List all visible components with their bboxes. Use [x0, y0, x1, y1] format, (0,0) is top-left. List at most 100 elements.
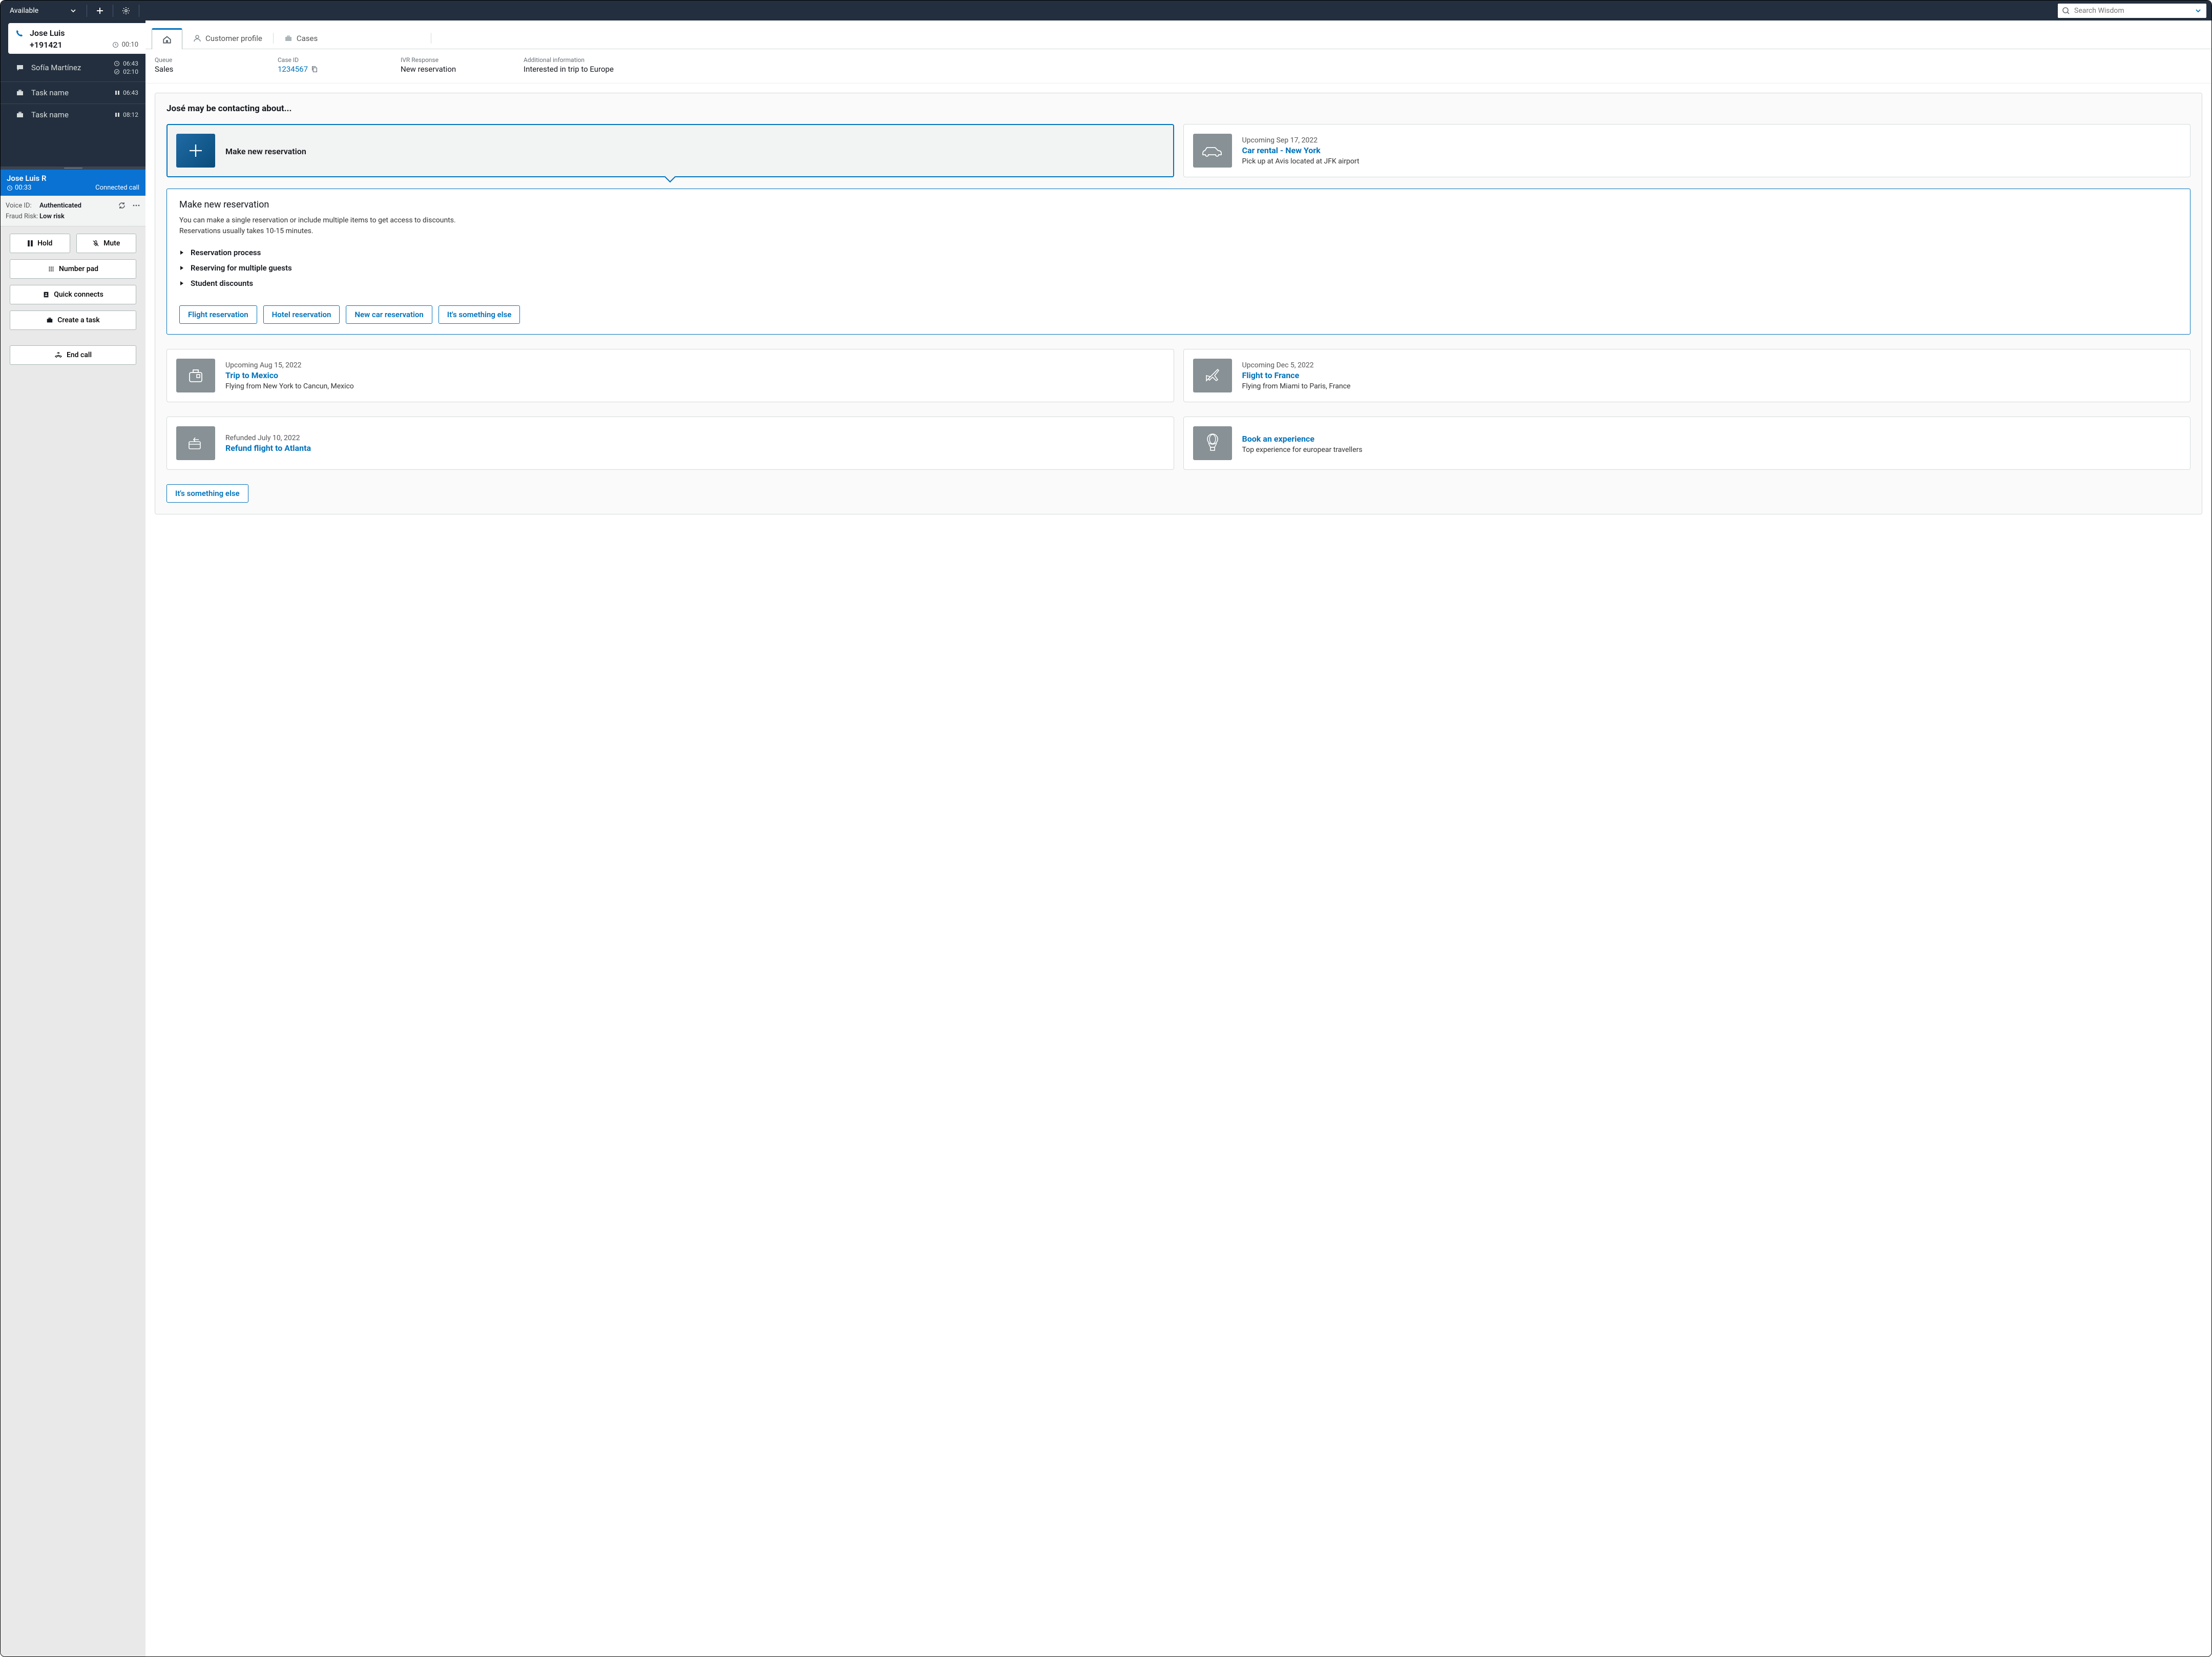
accordion-label: Reserving for multiple guests	[191, 263, 292, 273]
card-date: Upcoming Aug 15, 2022	[225, 361, 354, 369]
detail-text: Reservations usually takes 10-15 minutes…	[179, 227, 314, 235]
chevron-down-icon	[69, 7, 77, 15]
tab-label: Cases	[297, 34, 318, 43]
info-label: Queue	[155, 56, 257, 64]
card-flight-france[interactable]: Upcoming Dec 5, 2022 Flight to France Fl…	[1183, 349, 2191, 402]
time-label: 02:10	[123, 68, 138, 75]
info-ivr: IVR Response New reservation	[401, 56, 503, 74]
tab-cases[interactable]: Cases	[274, 28, 328, 49]
card-title: Car rental - New York	[1242, 146, 1360, 155]
button-label: Mute	[103, 239, 120, 247]
something-else-button[interactable]: It's something else	[439, 305, 520, 324]
contact-item[interactable]: Task name 06:43	[1, 82, 145, 104]
call-controls: Hold Mute Number pad Quick connects	[1, 226, 145, 372]
contact-name: Jose Luis	[30, 28, 65, 38]
agent-status-dropdown[interactable]: Available	[6, 7, 81, 15]
chevron-down-icon[interactable]	[2194, 7, 2202, 15]
contact-item[interactable]: Task name 08:12	[1, 104, 145, 126]
sidebar: Jose Luis +191421 00:10 Sofía Martínez	[1, 20, 145, 1656]
search-input[interactable]	[2074, 7, 2194, 15]
plus-tile-icon	[176, 134, 215, 168]
mute-icon	[92, 240, 99, 247]
tab-customer-profile[interactable]: Customer profile	[182, 28, 273, 49]
contact-time: 00:10	[122, 41, 138, 49]
hang-up-icon	[54, 351, 62, 359]
card-title: Trip to Mexico	[225, 370, 354, 380]
card-title: Flight to France	[1242, 370, 1351, 380]
caret-right-icon	[179, 281, 184, 286]
detail-text: You can make a single reservation or inc…	[179, 216, 456, 224]
car-reservation-button[interactable]: New car reservation	[346, 305, 432, 324]
body: Jose Luis +191421 00:10 Sofía Martínez	[1, 20, 2211, 1656]
clock-icon	[7, 185, 13, 191]
case-id-link[interactable]: 1234567	[278, 65, 380, 74]
accordion-label: Reservation process	[191, 248, 261, 257]
gear-icon	[122, 7, 130, 15]
home-icon	[162, 35, 172, 44]
card-date: Refunded July 10, 2022	[225, 434, 311, 442]
wisdom-search[interactable]	[2058, 4, 2206, 18]
something-else-footer-button[interactable]: It's something else	[166, 484, 248, 503]
hotel-reservation-button[interactable]: Hotel reservation	[263, 305, 340, 324]
info-label: Additional information	[524, 56, 646, 64]
info-value: 1234567	[278, 65, 308, 74]
card-title: Book an experience	[1242, 434, 1363, 444]
mute-button[interactable]: Mute	[76, 234, 137, 253]
button-label: Number pad	[59, 265, 98, 273]
contact-list: Jose Luis +191421 00:10 Sofía Martínez	[1, 20, 145, 170]
accordion-item[interactable]: Student discounts	[179, 276, 2178, 291]
user-icon	[193, 34, 201, 43]
card-book-experience[interactable]: Book an experience Top experience for eu…	[1183, 417, 2191, 470]
clock-icon	[112, 42, 119, 48]
new-contact-button[interactable]	[92, 3, 108, 18]
number-pad-button[interactable]: Number pad	[10, 259, 136, 279]
copy-icon[interactable]	[311, 66, 318, 73]
case-info-bar: Queue Sales Case ID 1234567 IVR Response…	[145, 49, 2211, 84]
voice-id-panel: Voice ID: Authenticated Fraud Risk: Low …	[1, 196, 145, 226]
card-title: Make new reservation	[225, 147, 306, 156]
hold-button[interactable]: Hold	[10, 234, 70, 253]
tab-home[interactable]	[152, 28, 182, 49]
card-refund-atlanta[interactable]: Refunded July 10, 2022 Refund flight to …	[166, 417, 1174, 470]
accordion-item[interactable]: Reserving for multiple guests	[179, 260, 2178, 276]
card-trip-mexico[interactable]: Upcoming Aug 15, 2022 Trip to Mexico Fly…	[166, 349, 1174, 402]
caret-right-icon	[179, 265, 184, 271]
accordion-item[interactable]: Reservation process	[179, 245, 2178, 260]
card-car-rental[interactable]: Upcoming Sep 17, 2022 Car rental - New Y…	[1183, 124, 2191, 177]
refresh-icon[interactable]	[118, 201, 126, 210]
voice-id-value: Authenticated	[39, 202, 81, 210]
flight-reservation-button[interactable]: Flight reservation	[179, 305, 257, 324]
search-icon	[2062, 7, 2070, 15]
card-desc: Pick up at Avis located at JFK airport	[1242, 157, 1360, 165]
call-status: Connected call	[95, 184, 139, 192]
contact-name: Sofía Martínez	[31, 63, 114, 72]
phone-icon	[15, 29, 24, 37]
settings-button[interactable]	[118, 3, 134, 18]
end-call-button[interactable]: End call	[10, 345, 136, 365]
quick-connects-button[interactable]: Quick connects	[10, 285, 136, 304]
tab-label: Customer profile	[205, 34, 262, 43]
info-label: IVR Response	[401, 56, 503, 64]
refund-icon	[176, 426, 215, 460]
car-icon	[1193, 134, 1232, 168]
balloon-icon	[1193, 426, 1232, 460]
create-task-button[interactable]: Create a task	[10, 310, 136, 330]
detail-title: Make new reservation	[179, 199, 2178, 210]
briefcase-icon	[284, 34, 293, 43]
panel-heading: José may be contacting about...	[155, 93, 2202, 119]
contact-item[interactable]: Sofía Martínez 06:43 02:10	[1, 54, 145, 82]
card-new-reservation[interactable]: Make new reservation	[166, 124, 1174, 177]
fraud-risk-value: Low risk	[39, 213, 65, 220]
more-icon[interactable]	[132, 201, 140, 210]
voice-id-label: Voice ID:	[6, 202, 39, 210]
check-circle-icon	[114, 69, 120, 75]
caller-name: Jose Luis R	[7, 174, 139, 183]
accordion-label: Student discounts	[191, 279, 253, 288]
call-header: Jose Luis R 00:33 Connected call	[1, 170, 145, 196]
time-label: 08:12	[123, 111, 138, 118]
pause-icon	[115, 90, 120, 95]
topbar: Available	[1, 1, 2211, 20]
card-desc: Top experience for europear travellers	[1242, 446, 1363, 454]
contact-active[interactable]: Jose Luis +191421 00:10	[8, 23, 145, 54]
briefcase-icon	[16, 89, 24, 97]
